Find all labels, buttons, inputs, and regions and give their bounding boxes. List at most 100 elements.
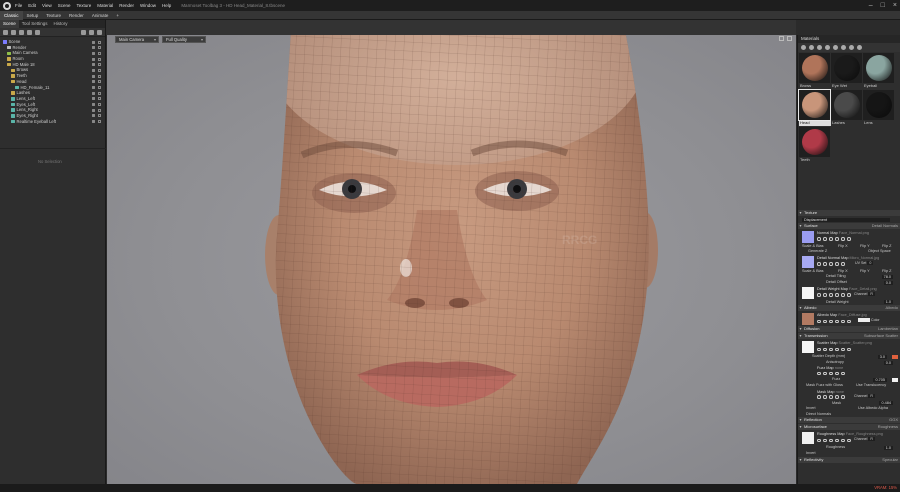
menu-scene[interactable]: Scene bbox=[58, 3, 71, 8]
search-icon[interactable] bbox=[823, 319, 827, 324]
scale-bias-checkbox[interactable]: Scale & Bias bbox=[802, 269, 824, 273]
close-icon[interactable] bbox=[847, 319, 851, 324]
delete-icon[interactable] bbox=[97, 29, 102, 35]
tab-setup[interactable]: Setup bbox=[23, 11, 43, 20]
material-item[interactable]: Lashes bbox=[831, 90, 863, 126]
edit-icon[interactable] bbox=[835, 293, 839, 297]
material-thumbnail[interactable] bbox=[863, 53, 894, 83]
reload-icon[interactable] bbox=[817, 347, 821, 352]
layout-icon[interactable] bbox=[787, 36, 792, 41]
fuzz-input[interactable]: 0.705 bbox=[873, 378, 887, 383]
3d-viewport[interactable]: RRCG bbox=[107, 35, 796, 484]
library-icon[interactable] bbox=[841, 45, 846, 50]
quality-dropdown[interactable]: Full Quality bbox=[162, 36, 206, 43]
lock-icon[interactable] bbox=[98, 51, 101, 55]
refresh-icon[interactable] bbox=[841, 293, 845, 297]
visibility-icon[interactable] bbox=[92, 86, 95, 89]
detail-weight-thumbnail[interactable] bbox=[802, 286, 814, 299]
lock-icon[interactable] bbox=[98, 68, 101, 72]
visibility-icon[interactable] bbox=[92, 80, 95, 84]
menu-view[interactable]: View bbox=[42, 3, 52, 8]
camera-dropdown[interactable]: Main Camera bbox=[115, 36, 159, 43]
duplicate-material-icon[interactable] bbox=[809, 45, 814, 50]
refresh-icon[interactable] bbox=[841, 319, 845, 324]
fullscreen-icon[interactable] bbox=[779, 36, 784, 41]
menu-render[interactable]: Render bbox=[119, 3, 134, 8]
add-tab-button[interactable]: + bbox=[112, 11, 123, 20]
refresh-icon[interactable] bbox=[841, 262, 845, 266]
material-item[interactable]: Lens bbox=[863, 90, 895, 126]
link-icon[interactable] bbox=[829, 262, 833, 266]
detail-weight-input[interactable]: 1.0 bbox=[883, 300, 893, 305]
link-icon[interactable] bbox=[829, 237, 833, 241]
scale-bias-checkbox[interactable]: Scale & Bias bbox=[802, 244, 824, 248]
search-icon[interactable] bbox=[823, 438, 827, 443]
fuzz-map-slot[interactable]: Fuzz Map none bbox=[798, 365, 900, 377]
search-icon[interactable] bbox=[823, 262, 827, 266]
refresh-icon[interactable] bbox=[841, 237, 845, 241]
lock-icon[interactable] bbox=[98, 80, 101, 84]
roughness-map-slot[interactable]: Roughness Map Face_Roughness.png Channel… bbox=[798, 431, 900, 445]
uv-set-dropdown[interactable]: 0 bbox=[867, 260, 874, 265]
section-albedo[interactable]: AlbedoAlbedo bbox=[798, 305, 900, 312]
link-icon[interactable] bbox=[829, 319, 833, 324]
edit-icon[interactable] bbox=[835, 262, 839, 266]
add-light-icon[interactable] bbox=[11, 29, 16, 35]
albedo-color-swatch[interactable] bbox=[858, 318, 870, 322]
tab-classic[interactable]: Classic bbox=[0, 10, 23, 20]
albedo-map-slot[interactable]: Albedo Map Face_Diffuse.jpg Color bbox=[798, 312, 900, 326]
refresh-icon[interactable] bbox=[841, 438, 845, 443]
visibility-icon[interactable] bbox=[92, 108, 95, 112]
add-camera-icon[interactable] bbox=[19, 29, 24, 35]
reload-icon[interactable] bbox=[817, 237, 821, 241]
albedo-thumbnail[interactable] bbox=[802, 313, 814, 326]
material-thumbnail[interactable] bbox=[863, 90, 894, 120]
channel-dropdown[interactable]: R bbox=[868, 437, 875, 442]
reload-icon[interactable] bbox=[817, 262, 821, 266]
link-icon[interactable] bbox=[829, 371, 833, 376]
search-icon[interactable] bbox=[823, 371, 827, 376]
lock-icon[interactable] bbox=[98, 74, 101, 78]
material-item[interactable]: Eyeball bbox=[863, 53, 895, 89]
mask-input[interactable]: 0.484 bbox=[879, 401, 893, 406]
reload-icon[interactable] bbox=[817, 395, 821, 399]
lock-icon[interactable] bbox=[98, 57, 101, 61]
material-item[interactable]: Teeth bbox=[799, 127, 831, 163]
save-material-icon[interactable] bbox=[849, 45, 854, 50]
reload-icon[interactable] bbox=[817, 371, 821, 376]
settings-icon[interactable] bbox=[857, 45, 862, 50]
menu-help[interactable]: Help bbox=[162, 3, 171, 8]
section-transmission[interactable]: TransmissionSubsurface Scatter bbox=[798, 333, 900, 340]
pick-material-icon[interactable] bbox=[817, 45, 822, 50]
channel-dropdown[interactable]: R bbox=[868, 291, 875, 296]
scatter-color-swatch[interactable] bbox=[892, 354, 898, 359]
lock-icon[interactable] bbox=[98, 120, 101, 124]
material-thumbnail[interactable] bbox=[831, 90, 862, 120]
add-object-icon[interactable] bbox=[3, 29, 8, 35]
menu-texture[interactable]: Texture bbox=[76, 3, 91, 8]
lock-icon[interactable] bbox=[98, 91, 101, 95]
visibility-icon[interactable] bbox=[92, 40, 95, 44]
new-material-icon[interactable] bbox=[801, 45, 806, 50]
detail-tiling-input[interactable]: 78.0 bbox=[881, 275, 893, 280]
material-item[interactable]: Eye Wet bbox=[831, 53, 863, 89]
edit-icon[interactable] bbox=[835, 371, 839, 376]
link-icon[interactable] bbox=[829, 438, 833, 443]
visibility-icon[interactable] bbox=[92, 51, 95, 55]
section-diffusion[interactable]: DiffusionLambertian bbox=[798, 326, 900, 333]
visibility-icon[interactable] bbox=[92, 46, 95, 50]
roughness-input[interactable]: 1.0 bbox=[883, 446, 893, 451]
edit-icon[interactable] bbox=[835, 438, 839, 443]
import-icon[interactable] bbox=[27, 29, 32, 35]
reload-icon[interactable] bbox=[817, 438, 821, 443]
search-icon[interactable] bbox=[823, 395, 827, 399]
visibility-icon[interactable] bbox=[92, 57, 95, 61]
link-icon[interactable] bbox=[829, 395, 833, 399]
refresh-icon[interactable] bbox=[841, 395, 845, 399]
visibility-icon[interactable] bbox=[92, 97, 95, 101]
menu-file[interactable]: File bbox=[15, 3, 22, 8]
detail-normal-map-slot[interactable]: Detail Normal Map Micro_Normal.jpg UV Se… bbox=[798, 255, 900, 269]
group-icon[interactable] bbox=[89, 29, 94, 35]
close-icon[interactable] bbox=[847, 347, 851, 352]
assign-material-icon[interactable] bbox=[825, 45, 830, 50]
